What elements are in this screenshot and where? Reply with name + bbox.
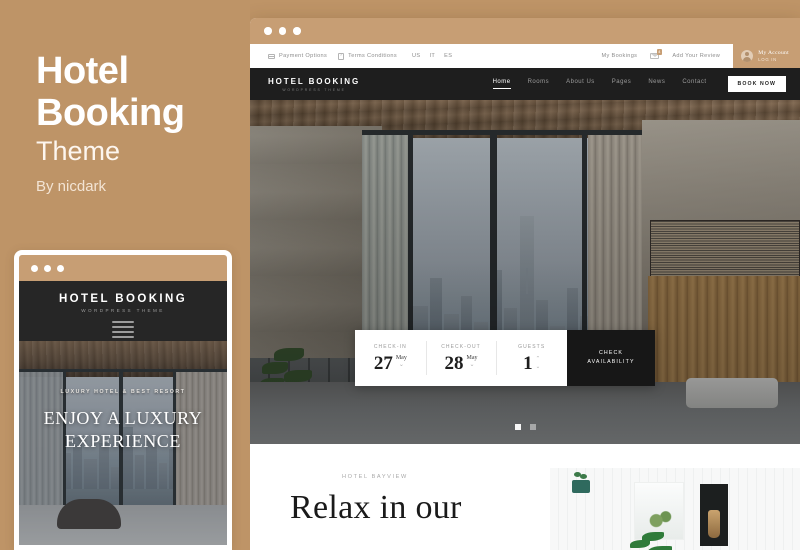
nav-menu: Home Rooms About Us Pages News Contact B…: [492, 68, 786, 100]
mobile-preview-window: HOTEL BOOKING WORDPRESS THEME LUXURY HOT…: [14, 250, 232, 550]
mobile-viewport: HOTEL BOOKING WORDPRESS THEME LUXURY HOT…: [19, 281, 227, 545]
guests-count: 1: [523, 352, 533, 374]
check-in-field[interactable]: CHECK-IN 27 May ⌄: [355, 330, 426, 386]
window-dot-maximize-icon[interactable]: [293, 27, 301, 35]
language-switcher: US IT ES: [412, 53, 452, 59]
window-dot-minimize-icon[interactable]: [278, 27, 286, 35]
section-room-image: [550, 468, 800, 550]
checked-document-icon: [338, 52, 345, 60]
mobile-hero-heading-2: EXPERIENCE: [65, 431, 181, 451]
promo-author: By nicdark: [36, 178, 107, 195]
nav-item-about-us[interactable]: About Us: [566, 79, 595, 89]
guests-field[interactable]: GUESTS 1 ⌃ ⌄: [496, 330, 567, 386]
my-bookings-link[interactable]: My Bookings: [601, 53, 637, 59]
messages-badge: 4: [656, 49, 663, 55]
booking-widget: CHECK-IN 27 May ⌄ CHECK-OUT 28 May ⌄ GUE…: [355, 330, 655, 386]
window-dot-maximize-icon[interactable]: [57, 264, 64, 272]
slider-dot-2[interactable]: [529, 424, 536, 430]
nav-item-news[interactable]: News: [648, 79, 665, 89]
check-in-label: CHECK-IN: [373, 343, 407, 350]
desktop-preview-window: Payment Options Terms Conditions US IT E…: [250, 18, 800, 550]
section-heading: Relax in our: [290, 489, 462, 526]
messages-button[interactable]: 4: [650, 49, 663, 60]
site-logo-title: HOTEL BOOKING: [268, 76, 361, 86]
nav-item-rooms[interactable]: Rooms: [528, 79, 550, 89]
slider-dot-1[interactable]: [514, 424, 521, 430]
utility-bar-left: Payment Options Terms Conditions US IT E…: [250, 52, 452, 60]
chevron-down-icon[interactable]: ⌄: [399, 362, 404, 369]
check-availability-line2: AVAILABILITY: [587, 359, 635, 365]
check-out-day: 28: [444, 352, 464, 374]
chevron-up-icon[interactable]: ⌃: [536, 356, 541, 362]
mobile-hero-kicker: LUXURY HOTEL & BEST RESORT: [60, 389, 186, 395]
language-us[interactable]: US: [412, 53, 420, 59]
my-account-subtitle: LOG IN: [758, 56, 777, 62]
language-it[interactable]: IT: [429, 53, 435, 59]
check-availability-line1: CHECK: [598, 350, 624, 356]
user-avatar-icon: [741, 50, 754, 62]
add-your-review-link[interactable]: Add Your Review: [672, 53, 720, 59]
utility-bar-right: My Bookings 4 Add Your Review My Account…: [601, 44, 800, 68]
check-out-label: CHECK-OUT: [441, 343, 481, 350]
check-in-day: 27: [373, 352, 393, 374]
section-kicker: HOTEL BAYVIEW: [342, 474, 408, 480]
chevron-down-icon[interactable]: ⌄: [469, 362, 474, 369]
language-es[interactable]: ES: [444, 53, 452, 59]
window-dot-minimize-icon[interactable]: [44, 264, 51, 272]
hamburger-icon[interactable]: [112, 321, 134, 339]
check-out-month: May: [466, 354, 478, 361]
mobile-titlebar: [19, 255, 227, 281]
window-dot-close-icon[interactable]: [31, 264, 38, 272]
relax-section: HOTEL BAYVIEW Relax in our: [250, 444, 800, 550]
credit-card-icon: [268, 53, 275, 59]
my-account-button[interactable]: My Account LOG IN: [733, 44, 800, 68]
promo-title-line2: Booking: [36, 92, 185, 134]
slider-pagination: [250, 424, 800, 430]
browser-titlebar: [250, 18, 800, 44]
check-out-field[interactable]: CHECK-OUT 28 May ⌄: [425, 330, 497, 386]
check-in-month: May: [395, 354, 407, 361]
payment-options-link[interactable]: Payment Options: [268, 53, 327, 59]
nav-item-home[interactable]: Home: [492, 79, 511, 89]
book-now-button[interactable]: BOOK NOW: [727, 76, 786, 92]
room-plant: [628, 530, 676, 550]
main-navigation: HOTEL BOOKING WORDPRESS THEME Home Rooms…: [250, 68, 800, 100]
check-availability-button[interactable]: CHECK AVAILABILITY: [567, 330, 655, 386]
mobile-site-header: HOTEL BOOKING WORDPRESS THEME: [19, 281, 227, 341]
site-logo[interactable]: HOTEL BOOKING WORDPRESS THEME: [250, 77, 360, 92]
promo-subtitle: Theme: [36, 136, 121, 166]
mobile-hero-text: LUXURY HOTEL & BEST RESORT ENJOY A LUXUR…: [19, 389, 227, 453]
chevron-down-icon[interactable]: ⌄: [536, 364, 541, 370]
payment-options-label: Payment Options: [279, 53, 328, 59]
guests-stepper[interactable]: ⌃ ⌄: [536, 354, 541, 370]
guests-label: GUESTS: [518, 343, 546, 350]
mobile-hero-image: LUXURY HOTEL & BEST RESORT ENJOY A LUXUR…: [19, 341, 227, 545]
promo-title-line1: Hotel: [36, 50, 129, 92]
terms-conditions-label: Terms Conditions: [348, 53, 397, 59]
room-vase: [708, 510, 720, 538]
terms-conditions-link[interactable]: Terms Conditions: [338, 52, 397, 60]
utility-bar: Payment Options Terms Conditions US IT E…: [250, 44, 800, 68]
mobile-logo[interactable]: HOTEL BOOKING: [19, 293, 227, 305]
mobile-logo-subtitle: WORDPRESS THEME: [81, 308, 165, 313]
my-account-title: My Account: [758, 49, 789, 56]
mobile-hero-heading-1: ENJOY A LUXURY: [43, 408, 203, 428]
promo-title: Hotel Booking: [36, 50, 246, 134]
site-logo-subtitle: WORDPRESS THEME: [282, 87, 346, 92]
nav-item-contact[interactable]: Contact: [682, 79, 706, 89]
nav-item-pages[interactable]: Pages: [612, 79, 632, 89]
window-dot-close-icon[interactable]: [264, 27, 272, 35]
hero-slider: CHECK-IN 27 May ⌄ CHECK-OUT 28 May ⌄ GUE…: [250, 100, 800, 444]
